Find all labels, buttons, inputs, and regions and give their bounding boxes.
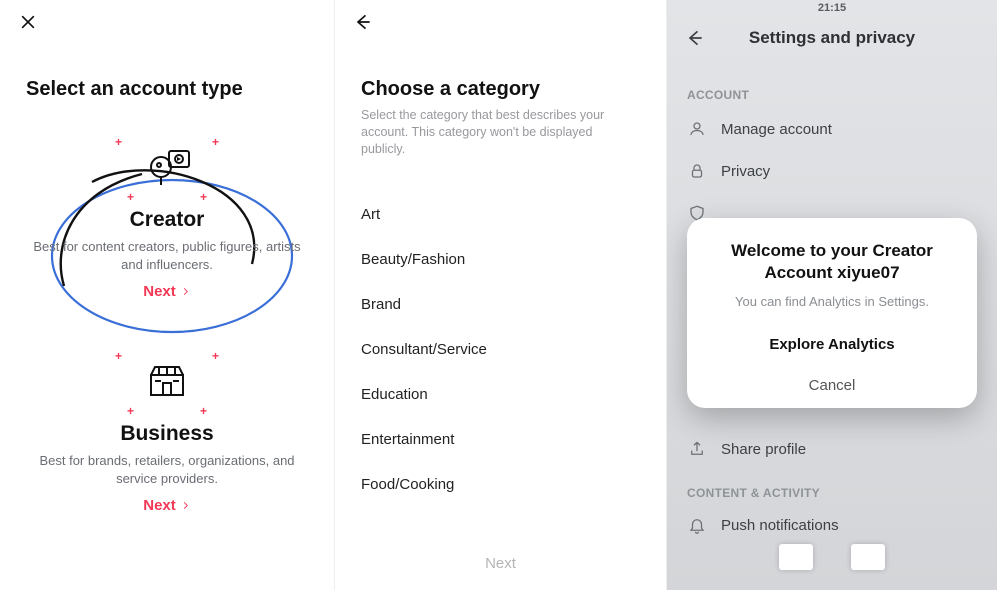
bell-icon xyxy=(687,516,707,534)
settings-item-privacy[interactable]: Privacy xyxy=(667,162,997,180)
panel-settings-modal: 21:15 Settings and privacy ACCOUNT Manag… xyxy=(667,0,997,590)
creator-icon xyxy=(141,176,193,193)
business-icon xyxy=(141,390,193,407)
back-icon[interactable] xyxy=(349,8,377,36)
back-icon[interactable] xyxy=(681,24,709,52)
category-item[interactable]: Food/Cooking xyxy=(361,462,640,507)
close-icon[interactable] xyxy=(14,8,42,36)
nav-home[interactable] xyxy=(851,544,885,570)
page-title: Choose a category xyxy=(335,44,666,105)
panel-select-account: Select an account type + + + + Crea xyxy=(0,0,335,590)
settings-item-push-notifications[interactable]: Push notifications xyxy=(667,516,997,534)
business-desc: Best for brands, retailers, organization… xyxy=(30,452,304,487)
nav-recent[interactable] xyxy=(779,544,813,570)
topbar xyxy=(335,0,666,44)
category-list: Art Beauty/Fashion Brand Consultant/Serv… xyxy=(335,168,666,507)
modal-subtitle: You can find Analytics in Settings. xyxy=(705,294,959,309)
welcome-creator-modal: Welcome to your Creator Account xiyue07 … xyxy=(687,218,977,408)
category-item[interactable]: Entertainment xyxy=(361,417,640,462)
chevron-right-icon xyxy=(180,286,191,297)
explore-analytics-button[interactable]: Explore Analytics xyxy=(705,319,959,361)
modal-title: Welcome to your Creator Account xiyue07 xyxy=(705,240,959,284)
creator-title: Creator xyxy=(30,208,304,232)
creator-desc: Best for content creators, public figure… xyxy=(30,238,304,273)
section-content-label: CONTENT & ACTIVITY xyxy=(667,486,840,500)
category-item[interactable]: Beauty/Fashion xyxy=(361,237,640,282)
cancel-button[interactable]: Cancel xyxy=(705,361,959,402)
category-item[interactable]: Consultant/Service xyxy=(361,327,640,372)
settings-item-manage-account[interactable]: Manage account xyxy=(667,120,997,138)
account-type-creator[interactable]: + + + + Creator Best for content creator… xyxy=(0,109,334,305)
category-item[interactable]: Education xyxy=(361,372,640,417)
next-button[interactable]: Next xyxy=(335,547,666,580)
topbar xyxy=(0,0,334,44)
person-icon xyxy=(687,120,707,138)
business-next-button[interactable]: Next xyxy=(143,497,191,514)
page-title: Settings and privacy xyxy=(709,28,955,48)
creator-next-button[interactable]: Next xyxy=(143,283,191,300)
page-title: Select an account type xyxy=(0,44,334,109)
chevron-right-icon xyxy=(180,500,191,511)
settings-item-share-profile[interactable]: Share profile xyxy=(667,440,997,458)
category-item[interactable]: Brand xyxy=(361,282,640,327)
lock-icon xyxy=(687,162,707,180)
account-type-business[interactable]: + + + + Business Best for brands, retail… xyxy=(0,305,334,519)
header: Settings and privacy xyxy=(667,24,997,52)
status-time: 21:15 xyxy=(818,2,846,14)
business-title: Business xyxy=(30,422,304,446)
section-account-label: ACCOUNT xyxy=(667,88,769,102)
share-icon xyxy=(687,440,707,458)
android-nav-bar xyxy=(667,544,997,584)
category-item[interactable]: Art xyxy=(361,192,640,237)
page-subtitle: Select the category that best describes … xyxy=(335,105,666,168)
panel-choose-category: Choose a category Select the category th… xyxy=(335,0,667,590)
